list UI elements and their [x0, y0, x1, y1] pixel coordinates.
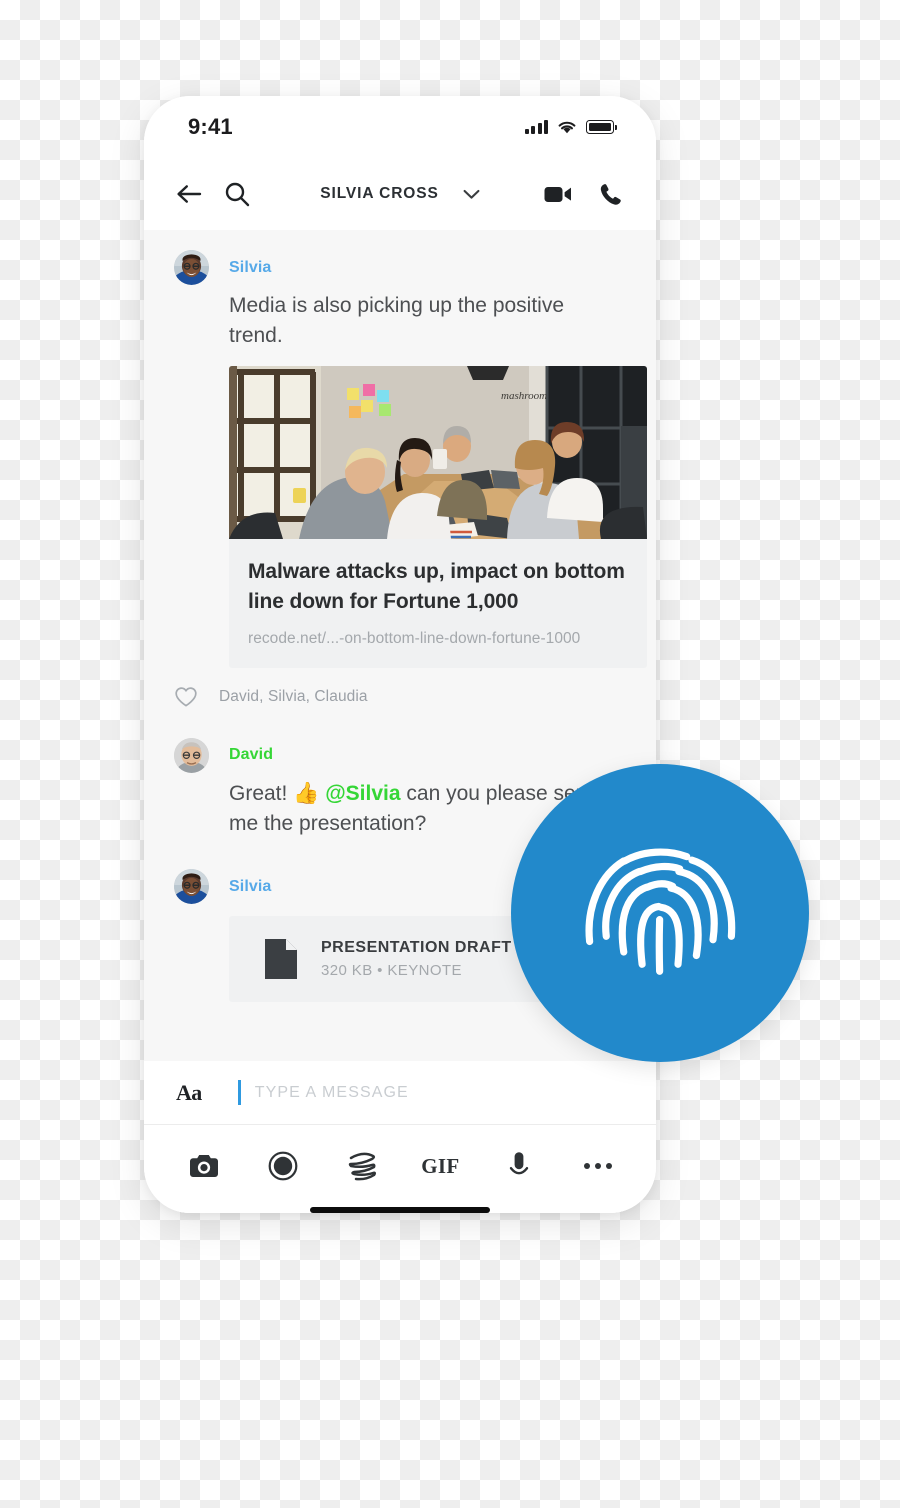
message-text-part: Great!: [229, 781, 294, 805]
message-input-placeholder[interactable]: TYPE A MESSAGE: [255, 1084, 409, 1102]
record-shutter-icon[interactable]: [261, 1144, 305, 1188]
message-text: Media is also picking up the positive tr…: [229, 294, 565, 348]
composer: Aa TYPE A MESSAGE GIF: [144, 1061, 656, 1213]
document-file-icon: [265, 939, 297, 980]
page-title: SILVIA CROSS: [320, 185, 439, 202]
link-title: Malware attacks up, impact on bottom lin…: [248, 559, 625, 613]
gif-label: GIF: [421, 1153, 460, 1178]
scribble-draw-icon[interactable]: [340, 1144, 384, 1188]
heart-outline-icon[interactable]: [174, 686, 198, 708]
text-format-aa-icon[interactable]: Aa: [176, 1080, 202, 1106]
svg-text:mashroom: mashroom: [501, 390, 547, 402]
more-options-icon[interactable]: [576, 1144, 620, 1188]
message-header: David: [174, 737, 626, 773]
gif-icon[interactable]: GIF: [418, 1144, 462, 1188]
sender-name: Silvia: [229, 877, 272, 895]
sender-name: David: [229, 746, 274, 763]
status-bar: 9:41: [144, 96, 656, 158]
message-silvia-1: Silvia Media is also picking up the posi…: [144, 250, 656, 668]
search-icon[interactable]: [224, 181, 250, 207]
nav-bar: SILVIA CROSS: [144, 158, 656, 230]
phone-call-icon[interactable]: [599, 182, 624, 207]
fingerprint-auth-badge[interactable]: [511, 764, 809, 1062]
camera-icon[interactable]: [182, 1144, 226, 1188]
avatar-david[interactable]: [174, 737, 209, 773]
text-caret: [237, 1080, 241, 1105]
reaction-names: David, Silvia, Claudia: [219, 687, 368, 705]
office-meeting-photo: mashroom: [229, 365, 647, 539]
link-preview-meta: Malware attacks up, impact on bottom lin…: [229, 539, 647, 668]
avatar-silvia[interactable]: [174, 869, 209, 905]
sender-name: Silvia: [229, 258, 272, 276]
mention-silvia[interactable]: @Silvia: [325, 782, 400, 805]
chevron-down-icon[interactable]: [463, 189, 480, 200]
status-time: 9:41: [188, 114, 233, 139]
video-camera-icon[interactable]: [543, 183, 573, 205]
cellular-bars-icon: [524, 120, 548, 134]
home-indicator-bar[interactable]: [310, 1207, 490, 1213]
file-name: PRESENTATION DRAFT: [321, 939, 512, 957]
thumbs-up-emoji: 👍: [293, 781, 320, 805]
status-indicators: [524, 120, 617, 135]
avatar-silvia[interactable]: [174, 250, 209, 285]
message-body: Media is also picking up the positive tr…: [229, 291, 647, 668]
composer-toolbar: GIF: [144, 1125, 656, 1207]
message-header: Silvia: [174, 250, 626, 285]
home-indicator-area: [144, 1207, 656, 1213]
battery-icon: [586, 120, 617, 134]
back-arrow-icon[interactable]: [176, 183, 202, 205]
link-preview-card[interactable]: mashroom Malware attacks up, impact on b…: [229, 365, 647, 668]
reactions-row[interactable]: David, Silvia, Claudia: [144, 668, 656, 708]
wifi-icon: [558, 121, 576, 133]
microphone-icon[interactable]: [497, 1144, 541, 1188]
more-dots: [583, 1163, 612, 1169]
fingerprint-icon: [584, 848, 735, 975]
phone-frame: 9:41 SILVIA CROSS Silvia Media is also p…: [144, 96, 656, 1213]
file-meta: 320 KB • KEYNOTE: [321, 962, 462, 980]
link-url: recode.net/...-on-bottom-line-down-fortu…: [248, 629, 581, 647]
file-info: PRESENTATION DRAFT 320 KB • KEYNOTE: [321, 939, 512, 979]
composer-input-row[interactable]: Aa TYPE A MESSAGE: [144, 1061, 656, 1125]
